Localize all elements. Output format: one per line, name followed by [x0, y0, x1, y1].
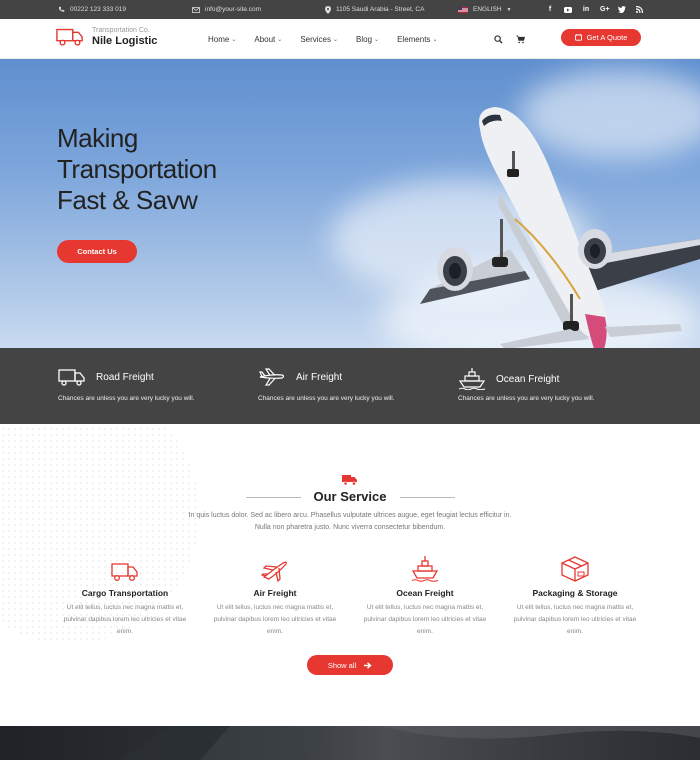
email-address[interactable]: info@your-site.com: [205, 6, 261, 13]
feature-title: Road Freight: [96, 371, 154, 383]
bottom-background-image: [120, 726, 700, 760]
search-icon[interactable]: [494, 34, 503, 44]
feature-title: Ocean Freight: [496, 373, 560, 385]
section-title: Our Service: [313, 489, 387, 504]
phone-info: 00222 123 333 019: [58, 0, 126, 19]
facebook-icon[interactable]: f: [546, 6, 554, 13]
site-header: Transportation Co. Nile Logistic Home ⌄ A…: [0, 19, 700, 59]
service-desc: Ut elit tellus, luctus nec magna mattis …: [363, 604, 487, 635]
chevron-down-icon: ⌄: [432, 36, 438, 43]
feature-desc: Chances are unless you are very lucky yo…: [258, 395, 395, 402]
phone-icon: [58, 6, 65, 12]
language-label[interactable]: ENGLISH: [473, 6, 502, 13]
location-pin-icon: [325, 5, 331, 14]
service-title: Air Freight: [253, 588, 297, 598]
truck-icon: [111, 563, 138, 581]
phone-number: 00222 123 333 019: [70, 6, 127, 13]
service-card-ocean[interactable]: Ocean Freight Ut elit tellus, luctus nec…: [355, 556, 495, 638]
section-description: In quis luctus dolor. Sed ac libero arcu…: [188, 512, 512, 531]
ship-icon: [411, 556, 439, 582]
feature-desc: Chances are unless you are very lucky yo…: [58, 395, 195, 402]
address-text: 1105 Saudi Arabia - Street, CA: [336, 6, 425, 13]
google-plus-icon[interactable]: G+: [600, 6, 610, 13]
bottom-dark-section: [0, 726, 700, 760]
nav-about[interactable]: About ⌄: [254, 35, 282, 44]
chevron-down-icon: ⌄: [277, 36, 283, 43]
plane-icon: [261, 561, 287, 582]
logo-subtitle: Transportation Co.: [92, 27, 150, 34]
airplane-image: [420, 107, 700, 348]
feature-road-freight: Road Freight Chances are unless you are …: [58, 348, 248, 424]
features-strip: Road Freight Chances are unless you are …: [0, 348, 700, 424]
hero-title: Making Transportation Fast & Savw: [57, 123, 217, 215]
nav-services[interactable]: Services ⌄: [300, 35, 338, 44]
language-selector[interactable]: ENGLISH ▼: [458, 0, 512, 19]
service-card-cargo[interactable]: Cargo Transportation Ut elit tellus, luc…: [55, 556, 195, 638]
linkedin-icon[interactable]: in: [582, 6, 590, 13]
service-card-air[interactable]: Air Freight Ut elit tellus, luctus nec m…: [205, 556, 345, 638]
cart-icon[interactable]: [516, 35, 525, 44]
header-icons: [494, 19, 525, 59]
nav-elements-label: Elements: [397, 34, 431, 44]
service-card-packaging[interactable]: Packaging & Storage Ut elit tellus, luct…: [505, 556, 645, 638]
quote-icon: [574, 34, 582, 41]
truck-icon: [58, 369, 85, 386]
main-nav: Home ⌄ About ⌄ Services ⌄ Blog ⌄ Elements ⌄: [208, 19, 455, 59]
show-all-button[interactable]: Show all: [307, 655, 393, 675]
service-title: Packaging & Storage: [532, 588, 618, 598]
envelope-icon: [192, 6, 200, 13]
services-section: Our Service In quis luctus dolor. Sed ac…: [0, 424, 700, 726]
service-desc: Ut elit tellus, luctus nec magna mattis …: [63, 604, 187, 635]
twitter-icon[interactable]: [618, 6, 626, 13]
get-quote-label: Get A Quote: [586, 33, 628, 42]
email-info[interactable]: info@your-site.com: [192, 0, 261, 19]
nav-elements[interactable]: Elements ⌄: [397, 35, 437, 44]
arrow-right-icon: [364, 661, 372, 669]
chevron-down-icon: ⌄: [333, 36, 339, 43]
nav-home-label: Home: [208, 34, 230, 44]
show-all-label: Show all: [327, 660, 357, 670]
box-icon: [561, 556, 589, 582]
feature-title: Air Freight: [296, 371, 343, 383]
get-quote-button[interactable]: Get A Quote: [561, 29, 641, 46]
service-title: Cargo Transportation: [81, 588, 169, 598]
feature-ocean-freight: Ocean Freight Chances are unless you are…: [458, 348, 648, 424]
service-desc: Ut elit tellus, luctus nec magna mattis …: [213, 604, 337, 635]
plane-icon: [259, 368, 285, 386]
caret-down-icon: ▼: [506, 6, 512, 13]
title-divider-right: [400, 497, 455, 498]
logo-name: Nile Logistic: [92, 35, 158, 47]
nav-home[interactable]: Home ⌄: [208, 35, 236, 44]
service-desc: Ut elit tellus, luctus nec magna mattis …: [513, 604, 637, 635]
social-links: f in G+: [546, 0, 644, 19]
service-title: Ocean Freight: [396, 588, 454, 598]
ship-icon: [458, 368, 486, 390]
feature-desc: Chances are unless you are very lucky yo…: [458, 395, 595, 402]
top-bar: 00222 123 333 019 info@your-site.com 110…: [0, 0, 700, 19]
feature-air-freight: Air Freight Chances are unless you are v…: [258, 348, 448, 424]
us-flag-icon: [458, 6, 468, 13]
logo[interactable]: Transportation Co. Nile Logistic: [56, 26, 157, 48]
hero-banner: Making Transportation Fast & Savw Contac…: [0, 59, 700, 348]
section-truck-icon: [342, 475, 357, 486]
chevron-down-icon: ⌄: [374, 36, 380, 43]
nav-blog-label: Blog: [356, 34, 373, 44]
youtube-icon[interactable]: [564, 6, 572, 13]
contact-us-button[interactable]: Contact Us: [57, 240, 137, 263]
logo-truck-icon: [56, 28, 83, 46]
nav-about-label: About: [254, 34, 276, 44]
address-info: 1105 Saudi Arabia - Street, CA: [325, 0, 424, 19]
nav-blog[interactable]: Blog ⌄: [356, 35, 379, 44]
rss-icon[interactable]: [636, 6, 644, 13]
chevron-down-icon: ⌄: [231, 36, 237, 43]
nav-services-label: Services: [300, 34, 331, 44]
